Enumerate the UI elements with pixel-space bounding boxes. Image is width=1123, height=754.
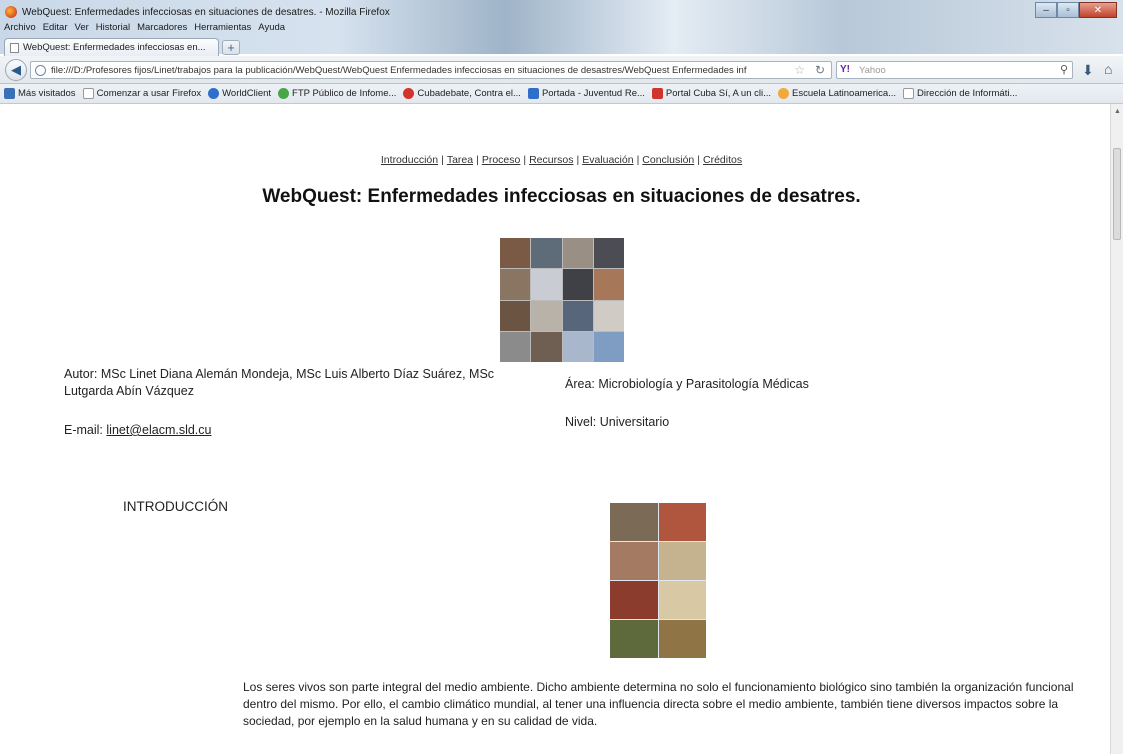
window-titlebar: WebQuest: Enfermedades infecciosas en si…: [0, 0, 1123, 56]
close-button[interactable]: ✕: [1079, 2, 1117, 18]
bookmark-comenzar-firefox[interactable]: Comenzar a usar Firefox: [82, 88, 201, 99]
bookmark-ftp[interactable]: FTP Público de Infome...: [278, 88, 396, 99]
scroll-up-icon[interactable]: ▲: [1114, 108, 1121, 115]
window-controls: – ▫ ✕: [1035, 2, 1117, 18]
firefox-logo-icon: [5, 6, 17, 18]
globe-icon: [208, 88, 220, 99]
bookmark-mas-visitados[interactable]: Más visitados: [4, 88, 76, 99]
menu-ver[interactable]: Ver: [75, 22, 89, 33]
maximize-button[interactable]: ▫: [1057, 2, 1079, 18]
page-nav: Introducción | Tarea | Proceso | Recursos | Eval…: [380, 154, 743, 166]
url-bar[interactable]: file:///D:/Profesores fijos/Linet/trabaj…: [30, 61, 832, 79]
download-icon[interactable]: ⬇: [1082, 62, 1094, 79]
minimize-button[interactable]: –: [1035, 2, 1057, 18]
nav-link-recursos[interactable]: Recursos: [529, 154, 573, 166]
nav-link-evaluacion[interactable]: Evaluación: [582, 154, 633, 166]
school-icon: [778, 88, 790, 99]
intro-heading: INTRODUCCIÓN: [123, 499, 228, 514]
email-link[interactable]: linet@elacm.sld.cu: [106, 423, 211, 437]
menu-historial[interactable]: Historial: [96, 22, 130, 33]
level-info: Nivel: Universitario: [565, 415, 670, 429]
bookmark-juventud-rebelde[interactable]: Portada - Juventud Re...: [527, 88, 645, 99]
menu-herramientas[interactable]: Herramientas: [194, 22, 251, 33]
newspaper-icon: [527, 88, 539, 99]
search-placeholder: Yahoo: [859, 65, 886, 76]
nav-link-proceso[interactable]: Proceso: [482, 154, 521, 166]
bookmark-folder-icon: [4, 88, 15, 99]
page-icon: [10, 43, 19, 53]
bookmark-cubadebate[interactable]: Cubadebate, Contra el...: [403, 88, 521, 99]
ftp-icon: [278, 88, 290, 99]
yahoo-icon[interactable]: Y!: [840, 64, 850, 75]
search-icon[interactable]: ⚲: [1060, 63, 1068, 76]
url-text: file:///D:/Profesores fijos/Linet/trabaj…: [51, 65, 747, 76]
cubadebate-icon: [403, 88, 415, 99]
email-line: E-mail: linet@elacm.sld.cu: [64, 423, 211, 437]
author-info: Autor: MSc Linet Diana Alemán Mondeja, M…: [64, 367, 495, 398]
bookmark-star-icon[interactable]: ☆: [794, 63, 805, 77]
bookmark-portal-cuba[interactable]: Portal Cuba Sí, A un cli...: [651, 88, 771, 99]
page-icon: [903, 88, 915, 99]
page-icon: [82, 88, 94, 99]
globe-icon: [35, 65, 46, 76]
email-label: E-mail:: [64, 423, 103, 437]
home-icon[interactable]: ⌂: [1104, 61, 1112, 77]
browser-tab[interactable]: WebQuest: Enfermedades infecciosas en...: [4, 38, 219, 56]
nav-link-introduccion[interactable]: Introducción: [381, 154, 438, 166]
nav-link-creditos[interactable]: Créditos: [703, 154, 742, 166]
nav-link-conclusion[interactable]: Conclusión: [642, 154, 694, 166]
menu-archivo[interactable]: Archivo: [4, 22, 36, 33]
area-info: Área: Microbiología y Parasitología Médi…: [565, 377, 809, 391]
back-button[interactable]: ◀: [5, 59, 27, 81]
search-input[interactable]: Y! Yahoo ⚲: [836, 61, 1073, 79]
nav-link-tarea[interactable]: Tarea: [447, 154, 473, 166]
tab-label: WebQuest: Enfermedades infecciosas en...: [23, 42, 206, 53]
portal-icon: [651, 88, 663, 99]
new-tab-button[interactable]: +: [222, 40, 240, 55]
disease-collage-image: [610, 503, 706, 658]
menu-marcadores[interactable]: Marcadores: [137, 22, 187, 33]
reload-icon[interactable]: ↻: [815, 63, 825, 77]
menu-editar[interactable]: Editar: [43, 22, 68, 33]
window-title: WebQuest: Enfermedades infecciosas en si…: [22, 7, 390, 18]
navigation-bar: ◀ file:///D:/Profesores fijos/Linet/trab…: [0, 56, 1123, 84]
bookmark-worldclient[interactable]: WorldClient: [208, 88, 271, 99]
bookmarks-toolbar: Más visitados Comenzar a usar Firefox Wo…: [0, 84, 1123, 104]
bookmark-escuela-latinoamericana[interactable]: Escuela Latinoamerica...: [778, 88, 896, 99]
intro-paragraph: Los seres vivos son parte integral del m…: [243, 680, 1074, 728]
bookmark-direccion-informatica[interactable]: Dirección de Informáti...: [903, 88, 1017, 99]
page-title: WebQuest: Enfermedades infecciosas en si…: [262, 186, 861, 207]
menu-ayuda[interactable]: Ayuda: [258, 22, 285, 33]
disaster-collage-image: [500, 238, 624, 362]
menu-bar: Archivo Editar Ver Historial Marcadores …: [4, 22, 285, 33]
